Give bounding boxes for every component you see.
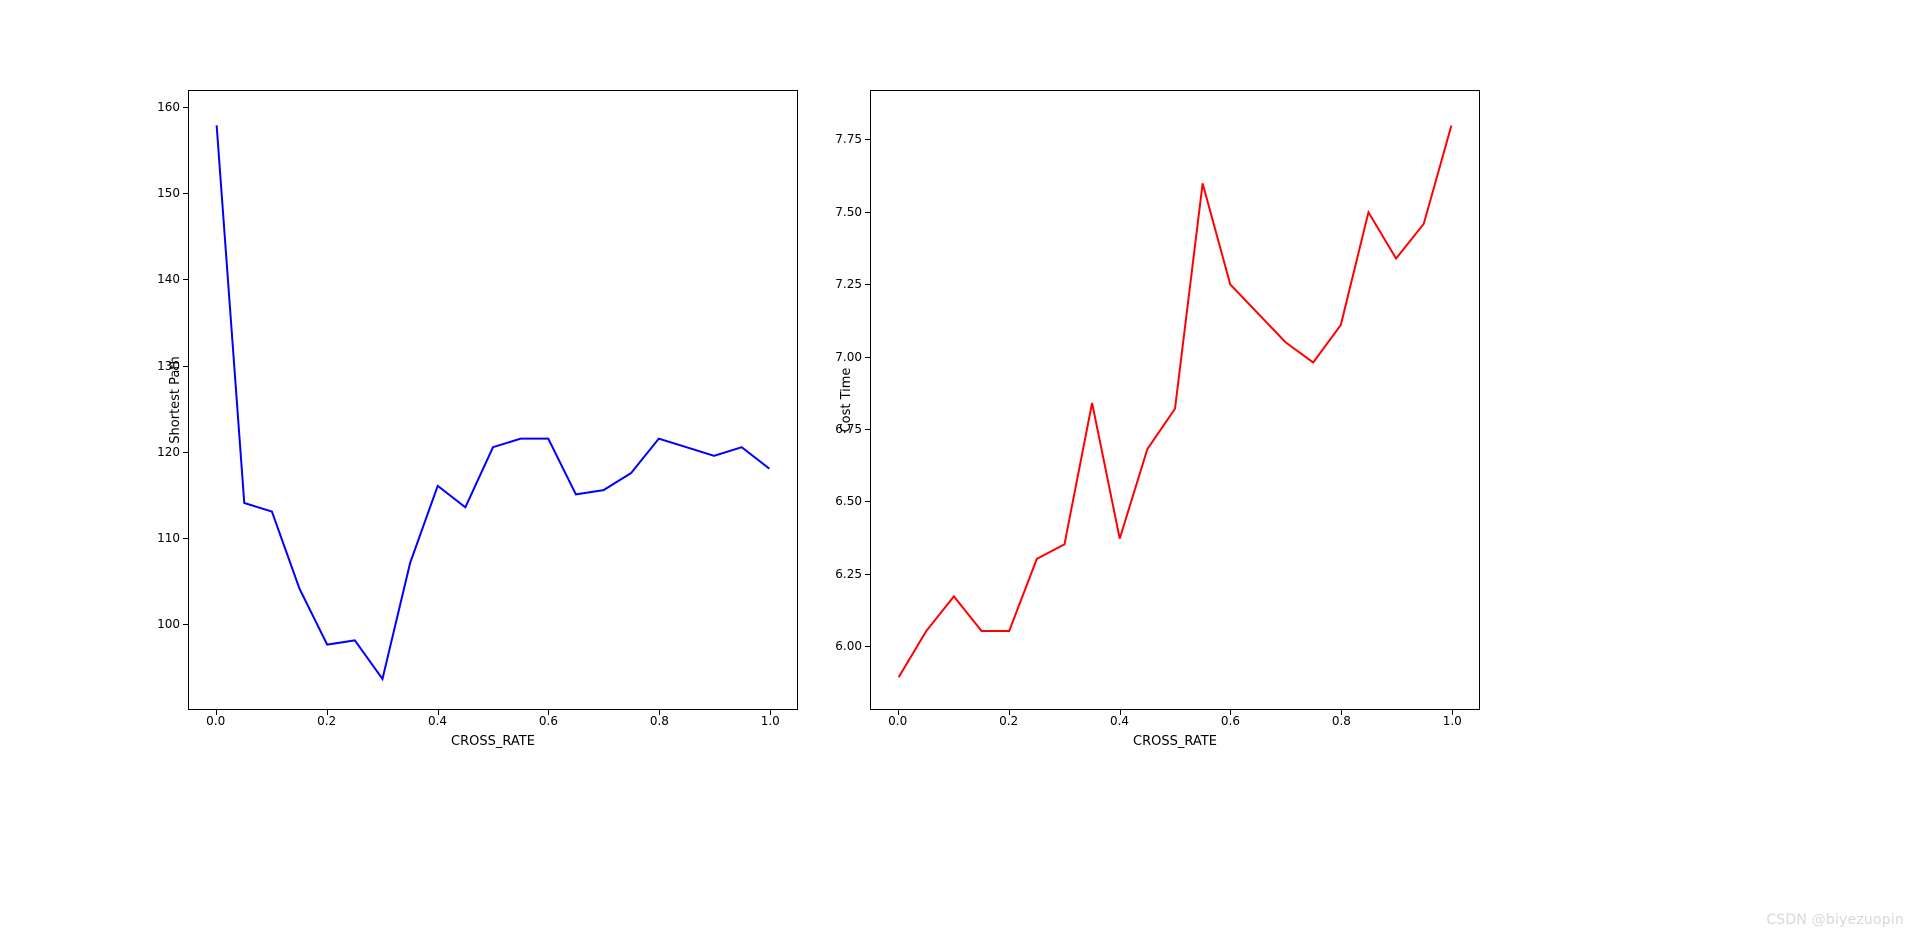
ytick-mark <box>865 212 870 213</box>
xtick-label: 0.8 <box>1332 714 1351 728</box>
subplot-cost-time: Cost Time CROSS_RATE 0.00.20.40.60.81.0 … <box>870 90 1480 710</box>
line-plot-left <box>189 91 797 709</box>
xtick-label: 0.4 <box>1110 714 1129 728</box>
ytick-label: 130 <box>157 359 180 373</box>
ytick-mark <box>183 538 188 539</box>
ytick-mark <box>183 452 188 453</box>
ytick-mark <box>865 357 870 358</box>
ytick-label: 7.75 <box>835 132 862 146</box>
xtick-label: 1.0 <box>761 714 780 728</box>
ytick-label: 6.25 <box>835 567 862 581</box>
xtick-label: 1.0 <box>1443 714 1462 728</box>
xtick-label: 0.6 <box>1221 714 1240 728</box>
ytick-label: 140 <box>157 272 180 286</box>
ytick-mark <box>865 139 870 140</box>
xtick-label: 0.4 <box>428 714 447 728</box>
ytick-mark <box>183 366 188 367</box>
ytick-label: 160 <box>157 100 180 114</box>
ytick-mark <box>865 429 870 430</box>
ytick-mark <box>865 284 870 285</box>
ytick-label: 7.50 <box>835 205 862 219</box>
ytick-mark <box>183 107 188 108</box>
line-plot-right <box>871 91 1479 709</box>
xtick-label: 0.2 <box>317 714 336 728</box>
plot-area-left <box>188 90 798 710</box>
ytick-mark <box>183 193 188 194</box>
ytick-label: 6.00 <box>835 639 862 653</box>
ytick-mark <box>183 279 188 280</box>
xlabel-right: CROSS_RATE <box>870 734 1480 749</box>
watermark: CSDN @biyezuopin <box>1766 912 1904 928</box>
ytick-label: 150 <box>157 186 180 200</box>
plot-area-right <box>870 90 1480 710</box>
xtick-label: 0.6 <box>539 714 558 728</box>
ytick-label: 7.25 <box>835 277 862 291</box>
xtick-label: 0.8 <box>650 714 669 728</box>
xtick-label: 0.0 <box>206 714 225 728</box>
ytick-label: 120 <box>157 445 180 459</box>
figure: Shortest Path CROSS_RATE 0.00.20.40.60.8… <box>0 0 1920 936</box>
ytick-label: 110 <box>157 531 180 545</box>
ytick-mark <box>183 624 188 625</box>
ytick-label: 100 <box>157 617 180 631</box>
xlabel-left: CROSS_RATE <box>188 734 798 749</box>
ytick-label: 6.75 <box>835 422 862 436</box>
xtick-label: 0.0 <box>888 714 907 728</box>
ytick-label: 6.50 <box>835 494 862 508</box>
xtick-label: 0.2 <box>999 714 1018 728</box>
ytick-mark <box>865 574 870 575</box>
ytick-mark <box>865 646 870 647</box>
ytick-label: 7.00 <box>835 350 862 364</box>
ytick-mark <box>865 501 870 502</box>
subplot-shortest-path: Shortest Path CROSS_RATE 0.00.20.40.60.8… <box>188 90 798 710</box>
